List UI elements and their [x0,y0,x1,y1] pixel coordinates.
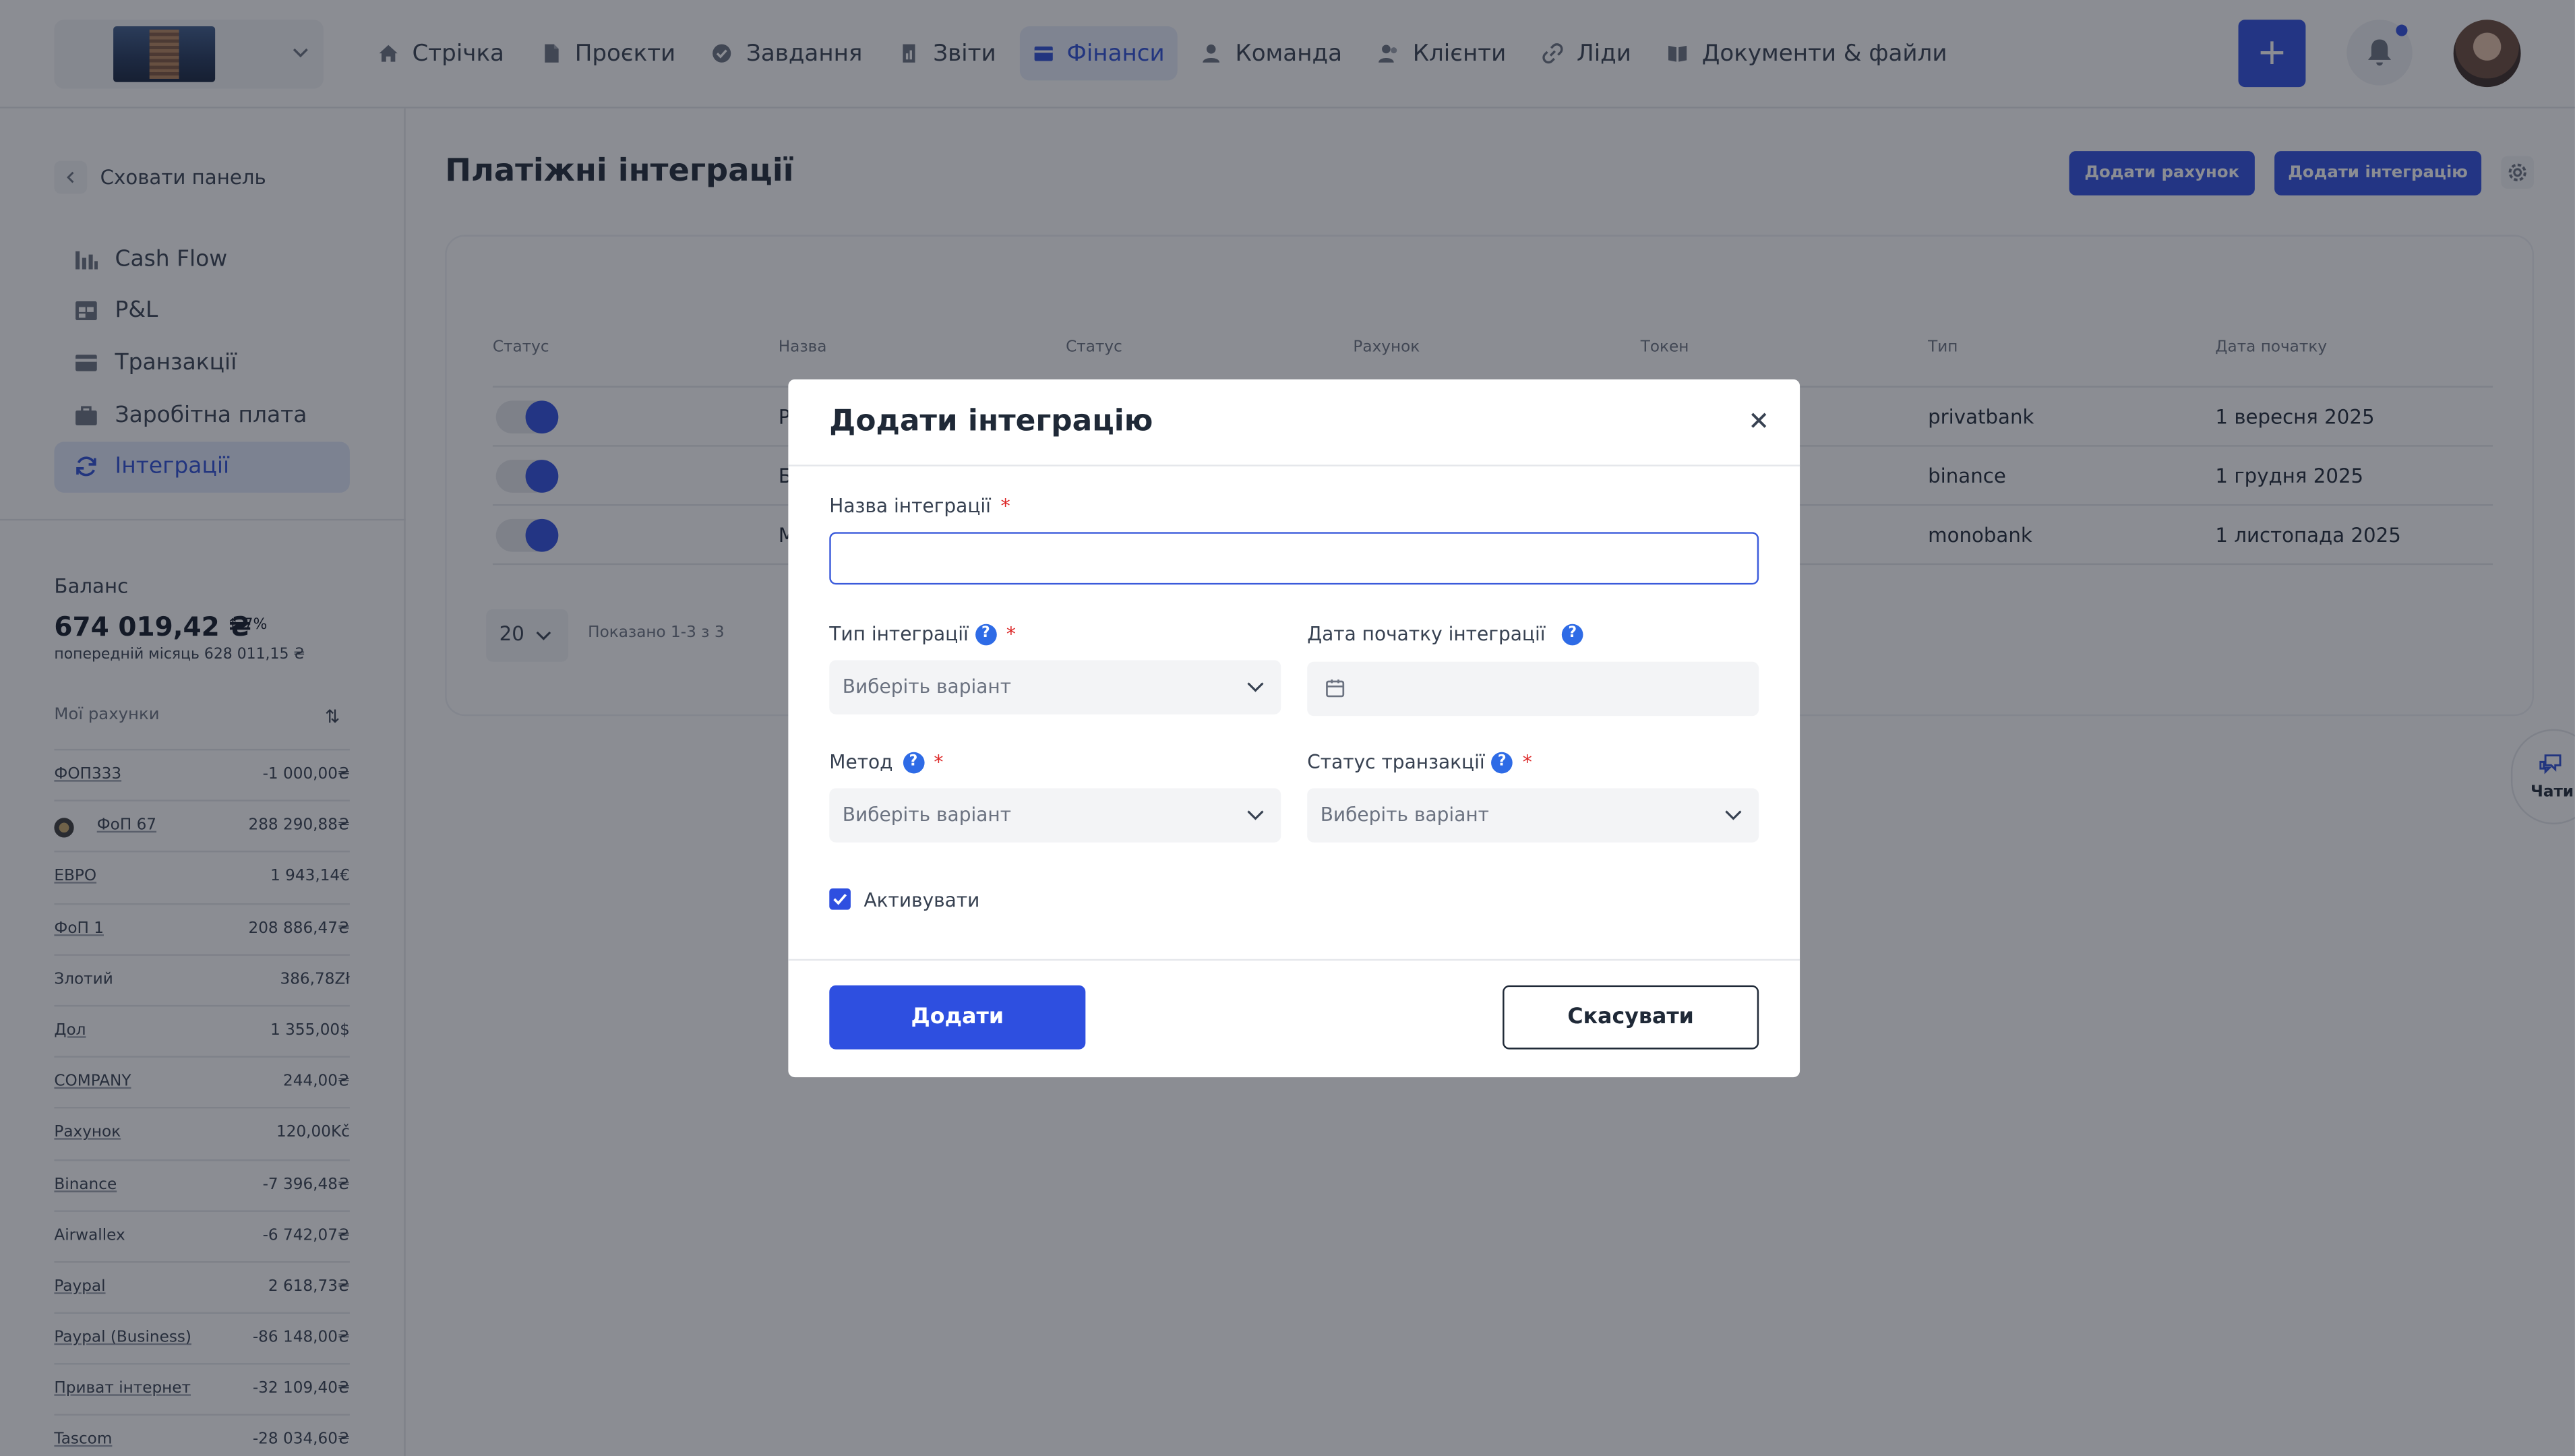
transaction-status-select[interactable]: Виберіть варіант [1307,788,1759,843]
integration-name-label: Назва інтеграції * [829,494,1010,517]
field-label-text: Статус транзакції [1307,750,1485,774]
field-label-text: Назва інтеграції [829,494,991,518]
method-label: Метод ? * [829,750,943,773]
field-label-text: Дата початку інтеграції [1307,622,1546,646]
select-placeholder: Виберіть варіант [842,803,1012,826]
integration-type-select[interactable]: Виберіть варіант [829,660,1281,715]
add-integration-modal: Додати інтеграцію Назва інтеграції * Тип… [788,379,1800,1078]
cancel-button[interactable]: Скасувати [1503,985,1759,1050]
help-icon[interactable]: ? [903,751,924,773]
activate-label[interactable]: Активувати [864,888,979,911]
integration-name-input[interactable] [829,532,1759,585]
required-mark: * [1000,494,1010,518]
start-date-label: Дата початку інтеграції ? [1307,622,1583,645]
chevron-down-icon [1247,682,1264,692]
check-icon [833,894,847,905]
help-icon[interactable]: ? [975,623,997,645]
transaction-status-label: Статус транзакції ? * [1307,750,1532,773]
integration-type-label: Тип інтеграції ? * [829,622,1016,645]
start-date-input[interactable] [1307,661,1759,717]
chevron-down-icon [1247,810,1264,820]
chevron-down-icon [1725,810,1742,820]
app-root: Стрічка Проєкти Завдання Звіти Фінанси К… [0,0,2575,1456]
activate-checkbox[interactable] [829,888,851,910]
method-select[interactable]: Виберіть варіант [829,788,1281,843]
modal-divider [788,959,1800,961]
modal-title: Додати інтеграцію [829,404,1153,439]
help-icon[interactable]: ? [1561,623,1583,645]
field-label-text: Тип інтеграції [829,622,969,646]
field-label-text: Метод [829,750,893,774]
required-mark: * [1006,622,1016,646]
submit-button[interactable]: Додати [829,985,1086,1050]
select-placeholder: Виберіть варіант [842,675,1012,698]
modal-divider [788,464,1800,466]
close-icon[interactable] [1746,407,1772,433]
required-mark: * [1522,750,1532,774]
required-mark: * [934,750,944,774]
calendar-icon [1326,679,1345,698]
help-icon[interactable]: ? [1491,751,1513,773]
select-placeholder: Виберіть варіант [1320,803,1490,826]
